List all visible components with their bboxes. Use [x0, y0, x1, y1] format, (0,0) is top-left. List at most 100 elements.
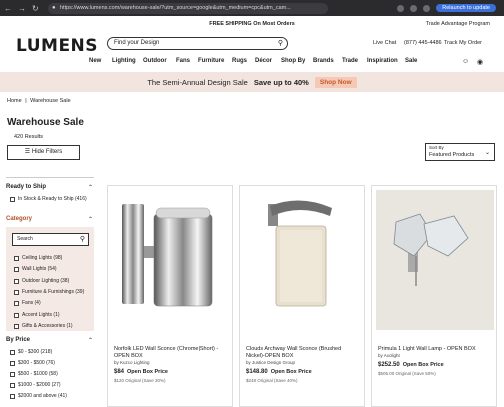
filter-option-label: Ceiling Lights (98)	[22, 255, 63, 261]
back-arrow-icon[interactable]: ←	[4, 4, 12, 13]
filter-option-price-2000-plus[interactable]: $2000 and above (41)	[10, 393, 67, 399]
live-chat-link[interactable]: Live Chat	[373, 40, 396, 46]
nav-item-brands[interactable]: Brands	[313, 58, 334, 64]
checkbox[interactable]	[14, 300, 19, 306]
account-icon[interactable]: ☺	[462, 58, 469, 65]
cart-icon[interactable]: ◉	[477, 58, 483, 66]
breadcrumb-current: Warehouse Sale	[30, 98, 71, 104]
checkbox[interactable]	[10, 360, 15, 366]
checkbox[interactable]	[14, 266, 19, 272]
checkbox[interactable]	[10, 393, 15, 399]
filter-option-ceiling-lights[interactable]: Ceiling Lights (98)	[14, 255, 62, 261]
checkbox[interactable]	[14, 312, 19, 318]
product-image-clouds-sconce[interactable]	[240, 186, 366, 336]
nav-item-sale[interactable]: Sale	[405, 58, 417, 64]
product-image-primula-lamp[interactable]	[372, 186, 498, 336]
hide-filters-button[interactable]: ☰ Hide Filters	[7, 145, 80, 160]
original-price: $505.00 Original (Save 50%)	[378, 371, 436, 376]
profile-avatar[interactable]	[423, 4, 431, 12]
breadcrumb-home[interactable]: Home	[7, 98, 22, 104]
checkbox[interactable]	[10, 349, 15, 355]
nav-item-trade[interactable]: Trade	[342, 58, 358, 64]
filter-option-in-stock[interactable]: In Stock & Ready to Ship (416)	[10, 196, 90, 202]
product-name[interactable]: Clouds Archway Wall Sconce (Brushed Nick…	[246, 346, 361, 360]
nav-item-decor[interactable]: Décor	[255, 58, 272, 64]
product-brand[interactable]: by Kuzco Lighting	[114, 360, 150, 365]
browser-toolbar: ← → ↻ ● https://www.lumens.com/warehouse…	[0, 0, 504, 16]
sale-banner[interactable]: The Semi-Annual Design Sale Save up to 4…	[0, 72, 504, 92]
product-card[interactable]: Norfolk LED Wall Sconce (Chrome|Short) -…	[107, 185, 233, 407]
shop-now-button[interactable]: Shop Now	[314, 76, 357, 88]
category-search-placeholder: Search	[17, 236, 33, 242]
nav-item-outdoor[interactable]: Outdoor	[143, 58, 167, 64]
filter-option-label: Accent Lights (1)	[22, 312, 60, 318]
search-icon[interactable]: ⚲	[278, 38, 283, 49]
filter-option-label: $1000 - $2000 (27)	[18, 382, 61, 388]
filter-option-price-1000-2000[interactable]: $1000 - $2000 (27)	[10, 382, 61, 388]
price-value: $84	[114, 369, 125, 375]
original-price: $248 Original (Save 40%)	[246, 378, 298, 383]
extension-icon[interactable]	[410, 4, 418, 12]
promo-bar: FREE SHIPPING On Most Orders Trade Advan…	[0, 16, 504, 32]
nav-item-shop-by[interactable]: Shop By	[281, 58, 305, 64]
price-value: $252.50	[378, 362, 400, 368]
filter-option-outdoor-lighting[interactable]: Outdoor Lighting (38)	[14, 278, 69, 284]
filter-option-label: Wall Lights (54)	[22, 266, 57, 272]
product-price: $84 Open Box Price	[114, 369, 168, 375]
lumens-logo[interactable]: LUMENS	[16, 36, 98, 56]
category-search-input[interactable]: Search ⚲	[12, 233, 89, 246]
filter-heading-category[interactable]: Category	[6, 216, 32, 222]
relaunch-button[interactable]: Relaunch to update	[436, 4, 496, 12]
checkbox[interactable]	[14, 289, 19, 295]
sidebar-divider	[6, 177, 94, 178]
results-count: 420 Results	[14, 134, 44, 140]
search-icon[interactable]: ⚲	[80, 234, 85, 245]
filter-heading-by-price[interactable]: By Price	[6, 337, 30, 343]
product-image-norfolk-sconce[interactable]	[108, 186, 234, 336]
product-name[interactable]: Norfolk LED Wall Sconce (Chrome|Short) -…	[114, 346, 229, 360]
search-placeholder: Find your Design	[114, 40, 160, 46]
nav-item-furniture[interactable]: Furniture	[198, 58, 224, 64]
checkbox[interactable]	[10, 382, 15, 388]
checkbox[interactable]	[10, 196, 15, 202]
track-order-link[interactable]: Track My Order	[444, 40, 482, 46]
filter-option-fans[interactable]: Fans (4)	[14, 300, 41, 306]
nav-item-inspiration[interactable]: Inspiration	[367, 58, 398, 64]
product-brand[interactable]: by Justice Design Group	[246, 360, 295, 365]
filter-option-price-500-1000[interactable]: $500 - $1000 (58)	[10, 371, 58, 377]
sort-by-select[interactable]: Sort By Featured Products ⌄	[425, 143, 495, 161]
trade-program-link[interactable]: Trade Advantage Program	[426, 21, 490, 27]
phone-link[interactable]: (877) 445-4486	[404, 40, 442, 46]
nav-item-rugs[interactable]: Rugs	[232, 58, 247, 64]
hide-filters-label: Hide Filters	[31, 149, 63, 155]
product-card[interactable]: Primula 1 Light Wall Lamp - OPEN BOX by …	[371, 185, 497, 407]
filter-option-label: $300 - $500 (76)	[18, 360, 55, 366]
filter-option-accent-lights[interactable]: Accent Lights (1)	[14, 312, 60, 318]
filter-option-label: $0 - $300 (218)	[18, 349, 53, 355]
product-brand[interactable]: by Axolight	[378, 353, 400, 358]
filter-option-gifts[interactable]: Gifts & Accessories (1)	[14, 323, 73, 329]
checkbox[interactable]	[14, 255, 19, 261]
nav-item-fans[interactable]: Fans	[176, 58, 190, 64]
filter-heading-ready-to-ship[interactable]: Ready to Ship	[6, 184, 46, 190]
price-value: $148.80	[246, 369, 268, 375]
site-search-input[interactable]: Find your Design ⚲	[107, 37, 288, 50]
address-bar[interactable]: ● https://www.lumens.com/warehouse-sale/…	[48, 2, 328, 14]
filter-option-wall-lights[interactable]: Wall Lights (54)	[14, 266, 57, 272]
filter-option-furniture[interactable]: Furniture & Furnishings (39)	[14, 289, 84, 295]
product-card[interactable]: Clouds Archway Wall Sconce (Brushed Nick…	[239, 185, 365, 407]
reload-icon[interactable]: ↻	[32, 4, 39, 13]
checkbox[interactable]	[10, 371, 15, 377]
forward-arrow-icon[interactable]: →	[18, 4, 26, 13]
price-label: Open Box Price	[270, 369, 312, 375]
main-navigation: New Lighting Outdoor Fans Furniture Rugs…	[0, 58, 504, 70]
filter-option-price-300-500[interactable]: $300 - $500 (76)	[10, 360, 55, 366]
checkbox[interactable]	[14, 323, 19, 329]
nav-item-lighting[interactable]: Lighting	[112, 58, 136, 64]
product-name[interactable]: Primula 1 Light Wall Lamp - OPEN BOX	[378, 346, 493, 353]
checkbox[interactable]	[14, 278, 19, 284]
nav-item-new[interactable]: New	[89, 58, 101, 64]
sale-banner-offer: Save up to 40%	[253, 77, 309, 87]
extension-icon[interactable]	[397, 4, 405, 12]
filter-option-price-0-300[interactable]: $0 - $300 (218)	[10, 349, 52, 355]
